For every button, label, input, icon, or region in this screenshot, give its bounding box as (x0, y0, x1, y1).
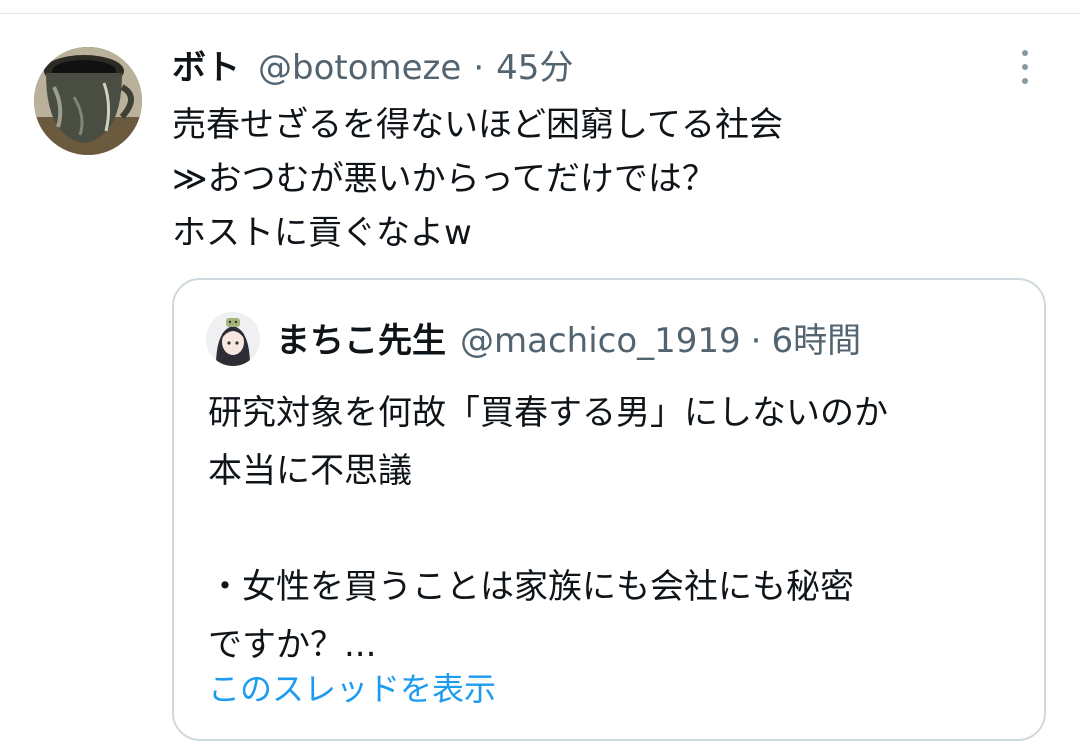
coffee-cup-avatar-image (34, 47, 142, 155)
quote-timestamp[interactable]: 6時間 (771, 316, 861, 366)
quote-handle[interactable]: @machico_1919 (460, 316, 741, 366)
handle[interactable]: @botomeze (258, 44, 461, 92)
tweet-header: ボト @botomeze · 45分 (172, 44, 573, 92)
meta-separator: · (473, 48, 485, 88)
top-divider (0, 13, 1080, 14)
display-name[interactable]: ボト (172, 44, 240, 92)
tweet-screen: ボト @botomeze · 45分 売春せざるを得ないほど困窮してる社会 ≫お… (0, 0, 1080, 753)
quote-display-name[interactable]: まちこ先生 (276, 316, 446, 366)
quote-meta-separator: · (750, 321, 762, 361)
user-avatar[interactable] (34, 47, 142, 155)
tweet-text: 売春せざるを得ないほど困窮してる社会 ≫おつむが悪いからってだけでは？ ホストに… (172, 105, 783, 253)
quote-header: まちこ先生 @machico_1919 · 6時間 (276, 316, 861, 366)
anime-girl-avatar-image (206, 312, 260, 366)
quote-user-avatar[interactable] (206, 312, 260, 366)
show-thread-link[interactable]: このスレッドを表示 (208, 666, 496, 712)
quote-tweet-card[interactable]: まちこ先生 @machico_1919 · 6時間 研究対象を何故「買春する男」… (172, 278, 1046, 741)
tweet-timestamp[interactable]: 45分 (496, 44, 573, 92)
quote-text: 研究対象を何故「買春する男」にしないのか 本当に不思議 ・女性を買うことは家族に… (208, 393, 888, 665)
more-vertical-icon[interactable] (1012, 48, 1038, 86)
